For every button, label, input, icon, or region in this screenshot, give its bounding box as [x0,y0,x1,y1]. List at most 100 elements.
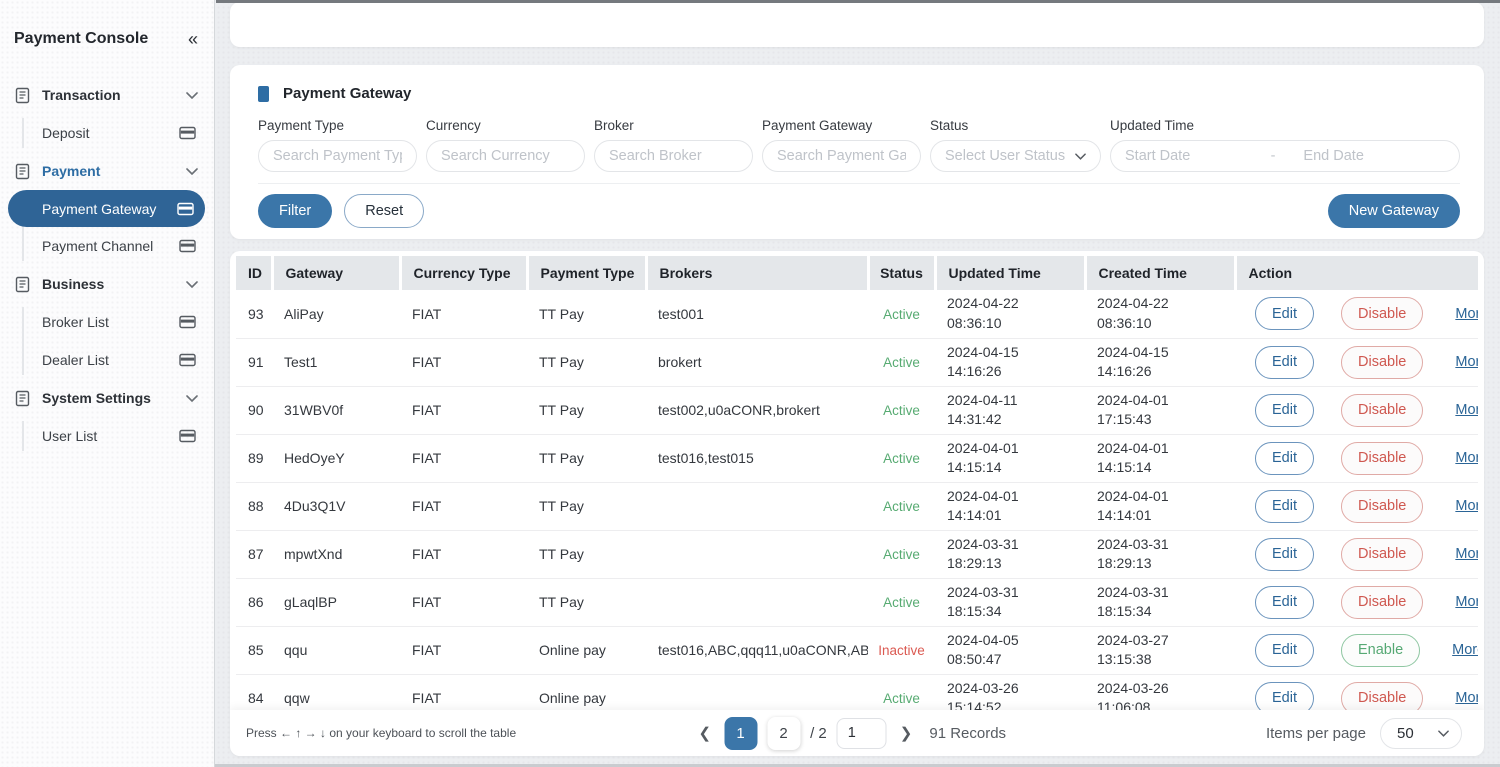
page-button-2[interactable]: 2 [767,717,800,750]
new-gateway-button[interactable]: New Gateway [1328,194,1460,228]
table-scroll-area[interactable]: ID Gateway Currency Type Payment Type Br… [230,251,1484,710]
toggle-status-button[interactable]: Enable [1341,634,1420,667]
chevron-down-icon [186,281,198,288]
status-select[interactable]: Select User Status [930,140,1101,172]
more-link[interactable]: More [1455,594,1478,610]
created-date-line: 2024-04-01 [1097,439,1231,459]
filter-button[interactable]: Filter [258,194,332,228]
cell-currency-type: FIAT [400,626,527,674]
cell-gateway: mpwtXnd [272,530,400,578]
more-link[interactable]: More [1455,306,1478,322]
broker-input[interactable] [594,140,753,172]
cell-currency-type: FIAT [400,290,527,338]
created-date-line: 2024-03-31 [1097,535,1231,555]
more-link[interactable]: More [1452,642,1478,658]
edit-button[interactable]: Edit [1255,586,1314,619]
sidebar-group-payment[interactable]: Payment [0,152,214,190]
updated-time-label: Updated Time [1110,118,1460,133]
chevron-down-icon [186,92,198,99]
updated-time-range-picker[interactable]: Start Date - End Date [1110,140,1460,172]
cell-updated-time: 2024-04-15 14:16:26 [935,338,1085,386]
more-link[interactable]: More [1455,450,1478,466]
updated-date-line: 2024-03-31 [947,535,1081,555]
currency-input[interactable] [426,140,585,172]
cell-gateway: qqu [272,626,400,674]
top-edge-strip [216,0,1500,3]
more-link[interactable]: More [1455,402,1478,418]
payment-gateway-input[interactable] [762,140,921,172]
toggle-status-button[interactable]: Disable [1341,346,1423,379]
sidebar-item-payment-gateway[interactable]: Payment Gateway [8,190,205,227]
cell-payment-type: Online pay [527,674,646,710]
cell-id: 93 [236,290,272,338]
edit-button[interactable]: Edit [1255,442,1314,475]
sidebar-group-business[interactable]: Business [0,265,214,303]
filter-fields: Payment Type Currency Broker Payment Gat… [258,118,1460,172]
sidebar-group-transaction[interactable]: Transaction [0,76,214,114]
edit-button[interactable]: Edit [1255,538,1314,571]
status-badge: Active [883,547,920,562]
receipt-icon [14,87,31,104]
created-date-line: 2024-04-01 [1097,487,1231,507]
sidebar-group-system-settings[interactable]: System Settings [0,379,214,417]
cell-brokers: test002,u0aCONR,brokert [646,386,868,434]
sidebar-group-label: Transaction [42,87,186,103]
prev-page-icon[interactable]: ❮︎ [696,724,715,742]
cell-payment-type: TT Pay [527,578,646,626]
more-link[interactable]: More [1455,546,1478,562]
edit-button[interactable]: Edit [1255,682,1314,711]
currency-label: Currency [426,118,585,133]
edit-button[interactable]: Edit [1255,490,1314,523]
sidebar-item-label: Deposit [42,125,179,141]
next-page-icon[interactable]: ❯︎ [897,724,916,742]
page-jump-input[interactable] [837,718,887,749]
cell-currency-type: FIAT [400,386,527,434]
payment-type-input[interactable] [258,140,417,172]
edit-button[interactable]: Edit [1255,394,1314,427]
edit-button[interactable]: Edit [1255,634,1314,667]
toggle-status-button[interactable]: Disable [1341,297,1423,330]
items-per-page-select[interactable]: 50 [1380,718,1462,749]
section-marker [258,86,269,102]
col-action: Action [1235,256,1478,290]
sidebar-group-label: Business [42,276,186,292]
page-button-1[interactable]: 1 [724,717,757,750]
sidebar-item-broker-list[interactable]: Broker List [0,303,214,341]
sidebar-menu: Transaction Deposit Payment [0,76,214,455]
records-count: 91 Records [929,725,1006,742]
sidebar-item-payment-channel[interactable]: Payment Channel [0,227,214,265]
toggle-status-button[interactable]: Disable [1341,394,1423,427]
toggle-status-button[interactable]: Disable [1341,538,1423,571]
sidebar-item-user-list[interactable]: User List [0,417,214,455]
items-per-page: Items per page 50 [1266,718,1462,749]
cell-updated-time: 2024-04-01 14:14:01 [935,482,1085,530]
date-range-separator: - [1271,148,1276,164]
edit-button[interactable]: Edit [1255,297,1314,330]
more-link[interactable]: More [1455,354,1478,370]
chevron-down-icon [186,168,198,175]
edit-button[interactable]: Edit [1255,346,1314,379]
toggle-status-button[interactable]: Disable [1341,586,1423,619]
cell-payment-type: TT Pay [527,386,646,434]
sidebar-item-dealer-list[interactable]: Dealer List [0,341,214,379]
cell-updated-time: 2024-04-11 14:31:42 [935,386,1085,434]
broker-label: Broker [594,118,753,133]
cell-action: Edit Disable More [1235,386,1478,434]
toggle-status-button[interactable]: Disable [1341,442,1423,475]
cell-id: 85 [236,626,272,674]
sidebar-item-deposit[interactable]: Deposit [0,114,214,152]
more-link[interactable]: More [1455,498,1478,514]
end-date-placeholder: End Date [1279,148,1445,164]
sidebar-sublist: User List [0,417,214,455]
toggle-status-button[interactable]: Disable [1341,682,1423,711]
collapse-sidebar-icon[interactable]: « [188,30,198,48]
reset-button[interactable]: Reset [344,194,424,228]
more-link[interactable]: More [1455,690,1478,706]
cell-action: Edit Disable More [1235,434,1478,482]
toggle-status-button[interactable]: Disable [1341,490,1423,523]
cell-updated-time: 2024-04-01 14:15:14 [935,434,1085,482]
start-date-placeholder: Start Date [1125,148,1267,164]
table-row: 85 qqu FIAT Online pay test016,ABC,qqq11… [236,626,1478,674]
table-row: 90 31WBV0f FIAT TT Pay test002,u0aCONR,b… [236,386,1478,434]
col-created-time: Created Time [1085,256,1235,290]
